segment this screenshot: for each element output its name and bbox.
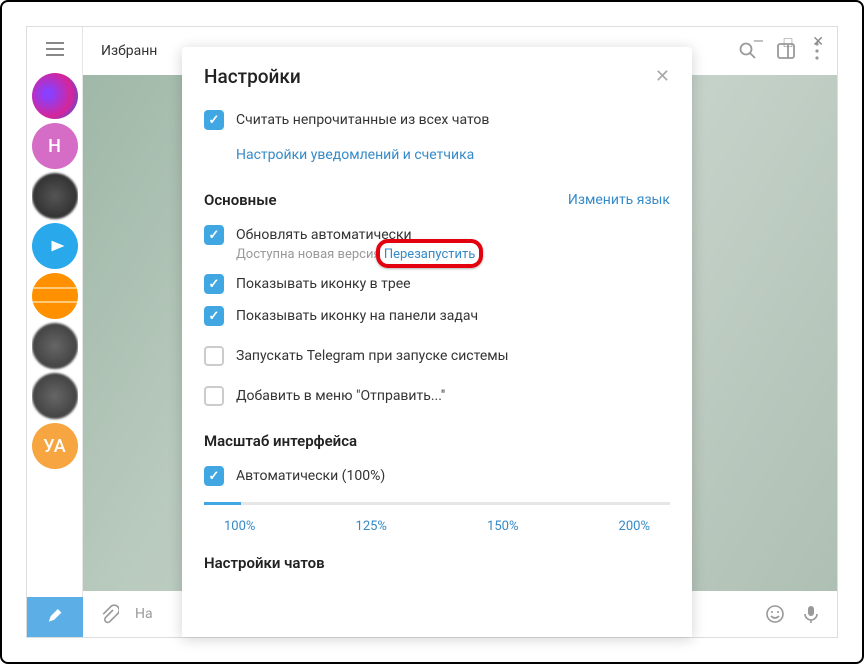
emoji-icon[interactable]	[765, 604, 785, 624]
checkbox-label: Считать непрочитанные из всех чатов	[236, 110, 489, 130]
close-icon[interactable]: ✕	[655, 66, 670, 87]
scale-tick[interactable]: 200%	[619, 519, 650, 534]
change-language-link[interactable]: Изменить язык	[568, 192, 670, 208]
scale-tick[interactable]: 125%	[356, 519, 387, 534]
app-frame: Н УА Избранн Н	[26, 26, 838, 638]
checkbox-label: Обновлять автоматически	[236, 225, 475, 245]
window-close-icon[interactable]: ✕	[812, 34, 824, 51]
chat-avatar[interactable]	[32, 273, 78, 319]
section-title-chats: Настройки чатов	[204, 554, 325, 572]
checkbox-autorun[interactable]	[204, 346, 224, 366]
scale-tick[interactable]: 150%	[487, 519, 518, 534]
scale-tick[interactable]: 100%	[224, 519, 255, 534]
checkbox-label: Показывать иконку на панели задач	[236, 306, 478, 326]
chat-avatar[interactable]: Н	[32, 123, 78, 169]
chat-avatar[interactable]	[32, 373, 78, 419]
mic-icon[interactable]	[801, 604, 821, 624]
checkbox-taskbar-icon[interactable]	[204, 306, 224, 326]
attach-icon[interactable]	[99, 604, 119, 624]
checkbox-label: Показывать иконку в трее	[236, 274, 411, 294]
restart-link[interactable]: Перезапустить	[384, 247, 475, 262]
checkbox-sendto-menu[interactable]	[204, 386, 224, 406]
notification-settings-link[interactable]: Настройки уведомлений и счетчика	[236, 147, 474, 163]
chat-avatar[interactable]	[32, 173, 78, 219]
checkbox-label: Запускать Telegram при запуске системы	[236, 346, 509, 366]
section-title-scale: Масштаб интерфейса	[204, 432, 357, 450]
section-title-basic: Основные	[204, 191, 277, 209]
modal-title: Настройки	[204, 65, 301, 88]
checkbox-scale-auto[interactable]	[204, 466, 224, 486]
compose-button[interactable]	[27, 597, 83, 637]
update-status: Доступна новая версия Перезапустить	[236, 247, 475, 262]
checkbox-label: Автоматически (100%)	[236, 466, 385, 486]
chat-avatar[interactable]	[32, 73, 78, 119]
checkbox-unread-all[interactable]	[204, 110, 224, 130]
chat-avatar[interactable]	[32, 223, 78, 269]
chat-avatar[interactable]	[32, 323, 78, 369]
window-minimize-icon[interactable]: —	[753, 34, 764, 51]
hamburger-icon[interactable]	[46, 27, 64, 71]
checkbox-label: Добавить в меню "Отправить..."	[236, 386, 445, 406]
chat-avatar[interactable]: УА	[32, 423, 78, 469]
scale-slider[interactable]	[204, 502, 670, 505]
window-maximize-icon[interactable]: □	[784, 34, 792, 51]
settings-modal: Настройки ✕ Считать непрочитанные из все…	[182, 47, 692, 637]
checkbox-tray-icon[interactable]	[204, 274, 224, 294]
sidebar: Н УА	[27, 27, 83, 637]
checkbox-auto-update[interactable]	[204, 225, 224, 245]
chat-title: Избранн	[101, 43, 157, 59]
